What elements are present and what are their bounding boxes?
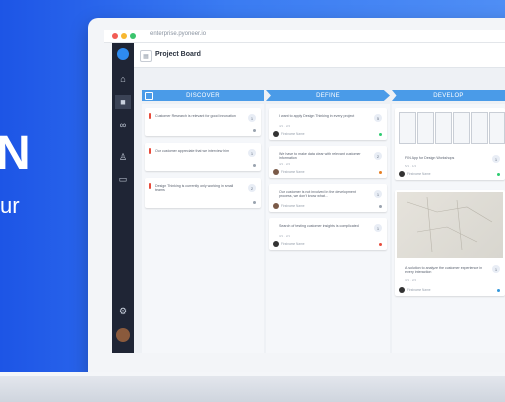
vote-badge[interactable]: 2	[248, 184, 256, 192]
user-icon[interactable]: ♙	[115, 150, 131, 164]
card-meta: 3/1 · 2/4	[405, 278, 417, 282]
avatar	[273, 203, 279, 209]
project-board-icon: ▦	[140, 50, 152, 62]
status-dot	[379, 243, 382, 246]
card-meta: 3/1 · 2/1	[279, 234, 291, 238]
status-dot	[497, 173, 500, 176]
priority-marker	[149, 113, 151, 119]
vote-badge[interactable]: 1	[492, 265, 500, 273]
card-owner: Firstname Name	[281, 204, 305, 208]
board-nav-icon[interactable]: ■	[115, 95, 131, 109]
status-dot	[253, 201, 256, 204]
phase-develop[interactable]: DEVELOP	[392, 90, 505, 101]
add-card-icon[interactable]	[145, 92, 153, 100]
avatar	[273, 169, 279, 175]
vote-badge[interactable]: 1	[248, 114, 256, 122]
card[interactable]: Design Thinking is currently only workin…	[145, 178, 261, 208]
window-maximize-dot[interactable]	[130, 33, 136, 39]
vote-badge[interactable]: 1	[374, 224, 382, 232]
user-avatar[interactable]	[116, 328, 130, 342]
card-owner: Firstname Name	[281, 132, 305, 136]
avatar	[399, 171, 405, 177]
card-text: Design Thinking is currently only workin…	[155, 184, 234, 193]
window-minimize-dot[interactable]	[121, 33, 127, 39]
settings-gear-icon[interactable]: ⚙	[115, 304, 131, 318]
card[interactable]: Customer Research is relevant for good i…	[145, 108, 261, 136]
app-logo-icon[interactable]	[117, 48, 129, 60]
card-text: Customer Research is relevant for good i…	[155, 114, 236, 118]
card-owner: Firstname Name	[281, 170, 305, 174]
hero-headline: N	[0, 127, 31, 180]
vote-badge[interactable]: 1	[374, 190, 382, 198]
vote-badge[interactable]: 5	[374, 114, 382, 122]
window-close-dot[interactable]	[112, 33, 118, 39]
status-dot	[379, 205, 382, 208]
page-title: Project Board	[155, 51, 201, 58]
card[interactable]: Our customer appreciate that we intervie…	[145, 143, 261, 171]
vote-badge[interactable]: 1	[248, 149, 256, 157]
vote-badge[interactable]: 1	[492, 155, 500, 163]
card[interactable]: FIN App for Design Workshops 1 5/1 · 1/4…	[395, 108, 505, 180]
sketch-map-image	[397, 192, 503, 258]
card[interactable]: Our customer is not involved in the deve…	[269, 184, 387, 212]
card-text: FIN App for Design Workshops	[405, 156, 455, 160]
avatar	[273, 241, 279, 247]
status-dot	[379, 133, 382, 136]
card-text: A solution to analyze the customer exper…	[405, 266, 483, 275]
priority-marker	[149, 183, 151, 189]
card-owner: Firstname Name	[281, 242, 305, 246]
status-dot	[497, 289, 500, 292]
card[interactable]: We have to make data clear with relevant…	[269, 146, 387, 178]
card-meta: 4/1 · 2/4	[279, 124, 291, 128]
folder-icon[interactable]: ▭	[115, 172, 131, 186]
card[interactable]: A solution to analyze the customer exper…	[395, 190, 505, 296]
card-meta: 4/1 · 2/4	[279, 162, 291, 166]
laptop-lip	[0, 372, 505, 376]
card[interactable]: I want to apply Design Thinking in every…	[269, 108, 387, 140]
status-dot	[253, 164, 256, 167]
card-owner: Firstname Name	[407, 288, 431, 292]
card-text: We have to make data clear with relevant…	[279, 152, 361, 161]
card-owner: Firstname Name	[407, 172, 431, 176]
hero-subtitle: ur	[0, 193, 20, 218]
phase-discover[interactable]: DISCOVER	[142, 90, 264, 101]
avatar	[273, 131, 279, 137]
card-text: I want to apply Design Thinking in every…	[279, 114, 355, 118]
vote-badge[interactable]: 2	[374, 152, 382, 160]
card-meta: 5/1 · 1/4	[405, 164, 417, 168]
avatar	[399, 287, 405, 293]
column-discover	[142, 104, 264, 353]
priority-marker	[149, 148, 151, 154]
laptop-base	[0, 372, 505, 402]
url-text[interactable]: enterprise.pyoneer.io	[150, 31, 206, 37]
card[interactable]: Search of testing customer insights is c…	[269, 218, 387, 250]
status-dot	[253, 129, 256, 132]
card-text: Our customer is not involved in the deve…	[279, 190, 356, 199]
card-text: Search of testing customer insights is c…	[279, 224, 359, 228]
phase-define[interactable]: DEFINE	[266, 90, 390, 101]
home-icon[interactable]: ⌂	[115, 72, 131, 86]
status-dot	[379, 171, 382, 174]
card-text: Our customer appreciate that we intervie…	[155, 149, 230, 153]
binoculars-icon[interactable]: ∞	[115, 118, 131, 132]
